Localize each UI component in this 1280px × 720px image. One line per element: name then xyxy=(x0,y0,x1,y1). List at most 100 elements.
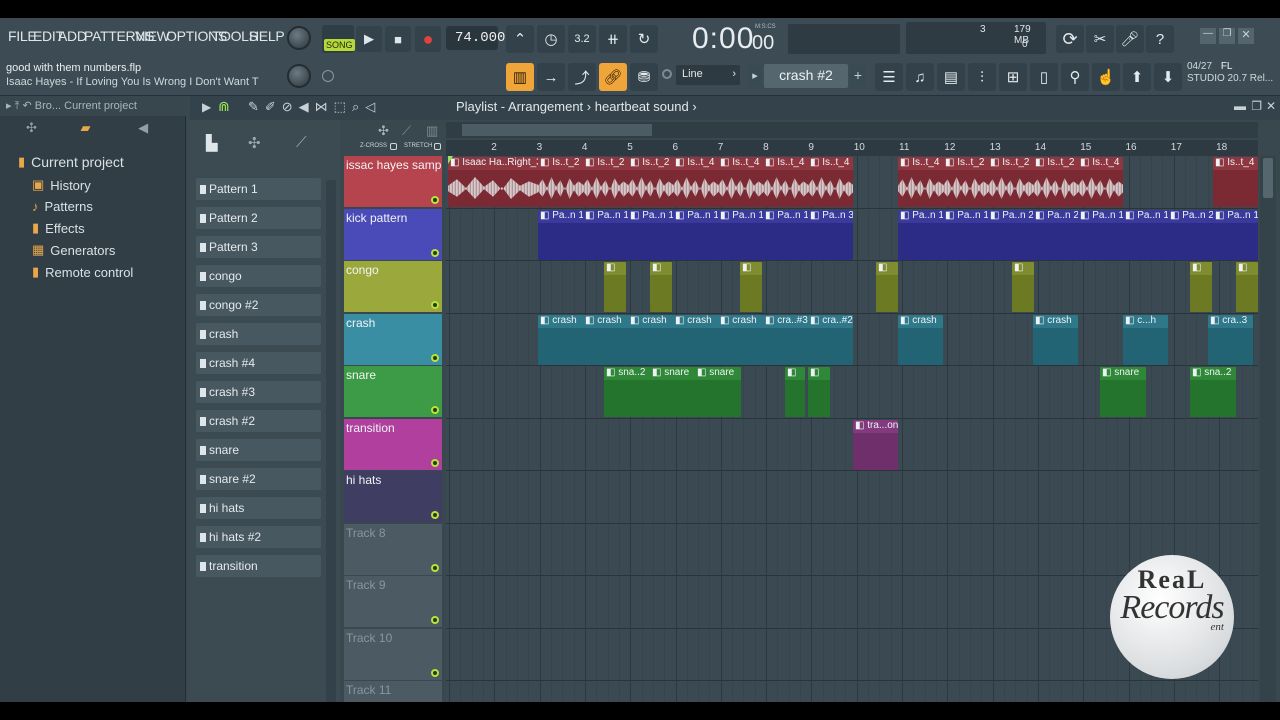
playlist-clip[interactable]: ◧ xyxy=(1012,262,1034,312)
browser-item-generators[interactable]: ▦ Generators xyxy=(32,242,115,258)
track-header[interactable]: congo xyxy=(344,261,442,312)
track-header[interactable]: Track 9 xyxy=(344,576,442,627)
mic-button[interactable]: 🎤︎ xyxy=(1116,25,1144,53)
stop-button[interactable]: ■ xyxy=(385,26,411,52)
playlist-clip[interactable]: ◧ snare xyxy=(650,367,696,417)
blend-notes-button[interactable]: ⧺ xyxy=(599,25,627,53)
playlist-clip[interactable]: ◧ xyxy=(808,367,830,417)
tool-icons[interactable]: ✎✐⊘◀⋈⬚⌕◁ xyxy=(248,99,381,115)
mixer-button[interactable]: ⫶ xyxy=(968,63,996,91)
browser-item-patterns[interactable]: ♪ Patterns xyxy=(32,199,93,214)
track-header[interactable]: snare xyxy=(344,366,442,417)
playlist-clip[interactable]: ◧ xyxy=(1236,262,1258,312)
browser-item-remote-control[interactable]: ▮ Remote control xyxy=(32,264,133,280)
pattern-item[interactable]: Pattern 1 xyxy=(196,178,321,200)
playlist-clip[interactable]: ◧ Pa..n 1 xyxy=(1078,209,1123,260)
playhead-marker[interactable] xyxy=(448,156,453,164)
track-mute-toggle[interactable] xyxy=(431,406,439,414)
track-mute-toggle[interactable] xyxy=(431,301,439,309)
pattern-item[interactable]: snare xyxy=(196,439,321,461)
pattern-item[interactable]: Pattern 3 xyxy=(196,236,321,258)
track-header[interactable]: Track 10 xyxy=(344,628,442,680)
playlist-clip[interactable]: ◧ xyxy=(650,262,672,312)
playlist-clip[interactable]: ◧ crash xyxy=(628,314,673,365)
stretch-checkbox[interactable] xyxy=(434,143,441,150)
playlist-clip[interactable]: ◧ snare xyxy=(1100,367,1146,417)
slide-tool-button[interactable]: ⤴ xyxy=(568,63,596,91)
playlist-clip[interactable]: ◧ xyxy=(1190,262,1212,312)
arrow-tool-button[interactable]: → xyxy=(537,63,565,91)
pattern-item[interactable]: crash #2 xyxy=(196,410,321,432)
tempo-display[interactable]: 74.000 xyxy=(446,26,505,50)
playlist-clip[interactable]: ◧ Is..t_4 xyxy=(1213,157,1258,207)
menu-view[interactable]: VIEW xyxy=(135,28,170,44)
track-header[interactable]: Track 11 xyxy=(344,681,442,702)
playlist-clip[interactable]: ◧ cra..#3 xyxy=(763,314,808,365)
playlist-clip[interactable]: ◧ Pa..n 2 xyxy=(1033,209,1078,260)
playlist-clip[interactable]: ◧ Is..t_2 xyxy=(538,157,583,207)
main-pitch-knob[interactable] xyxy=(287,64,311,88)
pattern-selector[interactable]: crash #2 xyxy=(764,64,848,88)
play-small-icon[interactable]: ▶ xyxy=(202,100,211,114)
track-mute-toggle[interactable] xyxy=(431,353,439,362)
collapse-icon[interactable]: ✣ xyxy=(26,120,37,135)
track-mute-toggle[interactable] xyxy=(431,616,439,624)
playlist-clip[interactable]: ◧ Pa..n 1 xyxy=(538,209,583,260)
track-mute-toggle[interactable] xyxy=(431,248,439,257)
grid-icon[interactable]: ▥ xyxy=(426,123,438,139)
playlist-clip[interactable]: ◧ crash xyxy=(898,314,943,365)
fl-version-info[interactable]: 04/27 FL STUDIO 20.7 Rel... xyxy=(1187,61,1273,85)
playlist-clip[interactable]: ◧ Is..t_2 xyxy=(628,157,673,207)
overview-scrollbar[interactable] xyxy=(446,122,1258,138)
download-button[interactable]: ⬇ xyxy=(1154,63,1182,91)
playlist-clip[interactable]: ◧ Pa..n 2 xyxy=(1168,209,1213,260)
playlist-clip[interactable]: ◧ sna..2 xyxy=(1190,367,1236,417)
playlist-clip[interactable]: ◧ Is..t_2 xyxy=(1033,157,1078,207)
playlist-clip[interactable]: ◧ Pa..n 1 xyxy=(718,209,763,260)
playlist-clip[interactable]: ◧ snare xyxy=(695,367,741,417)
playlist-clip[interactable]: ◧ Is..t_4 xyxy=(763,157,808,207)
browser-item-effects[interactable]: ▮ Effects xyxy=(32,220,85,236)
playlist-clip[interactable]: ◧ c...h xyxy=(1123,314,1168,365)
playlist-clip[interactable]: ◧ Pa..n 1 xyxy=(943,209,988,260)
menu-add[interactable]: ADD xyxy=(58,28,87,44)
playlist-clip[interactable]: ◧ Pa..n 2 xyxy=(988,209,1033,260)
pattern-item[interactable]: hi hats xyxy=(196,497,321,519)
playlist-clip[interactable]: ◧ tra...on xyxy=(853,419,898,470)
playlist-clip[interactable]: ◧ Isaac Ha..Right_3 xyxy=(448,157,538,207)
slider-icon[interactable] xyxy=(322,70,334,82)
playlist-clip[interactable]: ◧ sna..2 xyxy=(604,367,650,417)
track-header[interactable]: transition xyxy=(344,418,442,470)
track-mute-toggle[interactable] xyxy=(431,511,439,519)
playlist-clip[interactable]: ◧ xyxy=(785,367,805,417)
playlist-clip[interactable]: ◧ crash xyxy=(673,314,718,365)
playlist-clip[interactable]: ◧ Pa..n 1 xyxy=(763,209,808,260)
mixer-cut-button[interactable]: ✂ xyxy=(1086,25,1114,53)
playlist-clip[interactable]: ◧ Is..t_4 xyxy=(673,157,718,207)
playlist-clip[interactable]: ◧ Is..t_4 xyxy=(1078,157,1123,207)
playlist-clip[interactable]: ◧ Is..t_4 xyxy=(718,157,763,207)
track-header[interactable]: hi hats xyxy=(344,471,442,522)
render-button[interactable]: ⬆ xyxy=(1123,63,1151,91)
track-header[interactable]: issac hayes sample xyxy=(344,156,442,207)
browser-item-history[interactable]: ▣ History xyxy=(32,177,91,193)
piano-roll-button[interactable]: ♫ xyxy=(906,63,934,91)
automation-tools[interactable]: ⟋ xyxy=(296,134,307,151)
pattern-item[interactable]: crash #3 xyxy=(196,381,321,403)
playlist-clip[interactable]: ◧ Is..t_4 xyxy=(808,157,853,207)
step-edit-button[interactable]: 3.2 xyxy=(568,25,596,53)
playlist-clip[interactable]: ◧ crash xyxy=(583,314,628,365)
minimize-icon[interactable]: ▬ xyxy=(1234,99,1246,113)
playlist-clip[interactable]: ◧ Is..t_2 xyxy=(988,157,1033,207)
link-button[interactable]: 🔗︎ xyxy=(599,63,627,91)
browser-root-current-project[interactable]: ▮ Current project xyxy=(18,154,124,170)
metronome-button[interactable]: ⌃ xyxy=(506,25,534,53)
channel-rack-button[interactable]: ▤ xyxy=(937,63,965,91)
track-mute-toggle[interactable] xyxy=(431,458,439,467)
playlist-clip[interactable]: ◧ Pa..n 3 xyxy=(808,209,853,260)
playlist-clip[interactable]: ◧ Is..t_4 xyxy=(898,157,943,207)
pattern-item[interactable]: congo xyxy=(196,265,321,287)
audio-tools[interactable]: ✣ xyxy=(248,134,261,152)
pencil-icon[interactable]: ⟋ xyxy=(402,123,411,139)
wait-input-button[interactable]: ◷ xyxy=(537,25,565,53)
